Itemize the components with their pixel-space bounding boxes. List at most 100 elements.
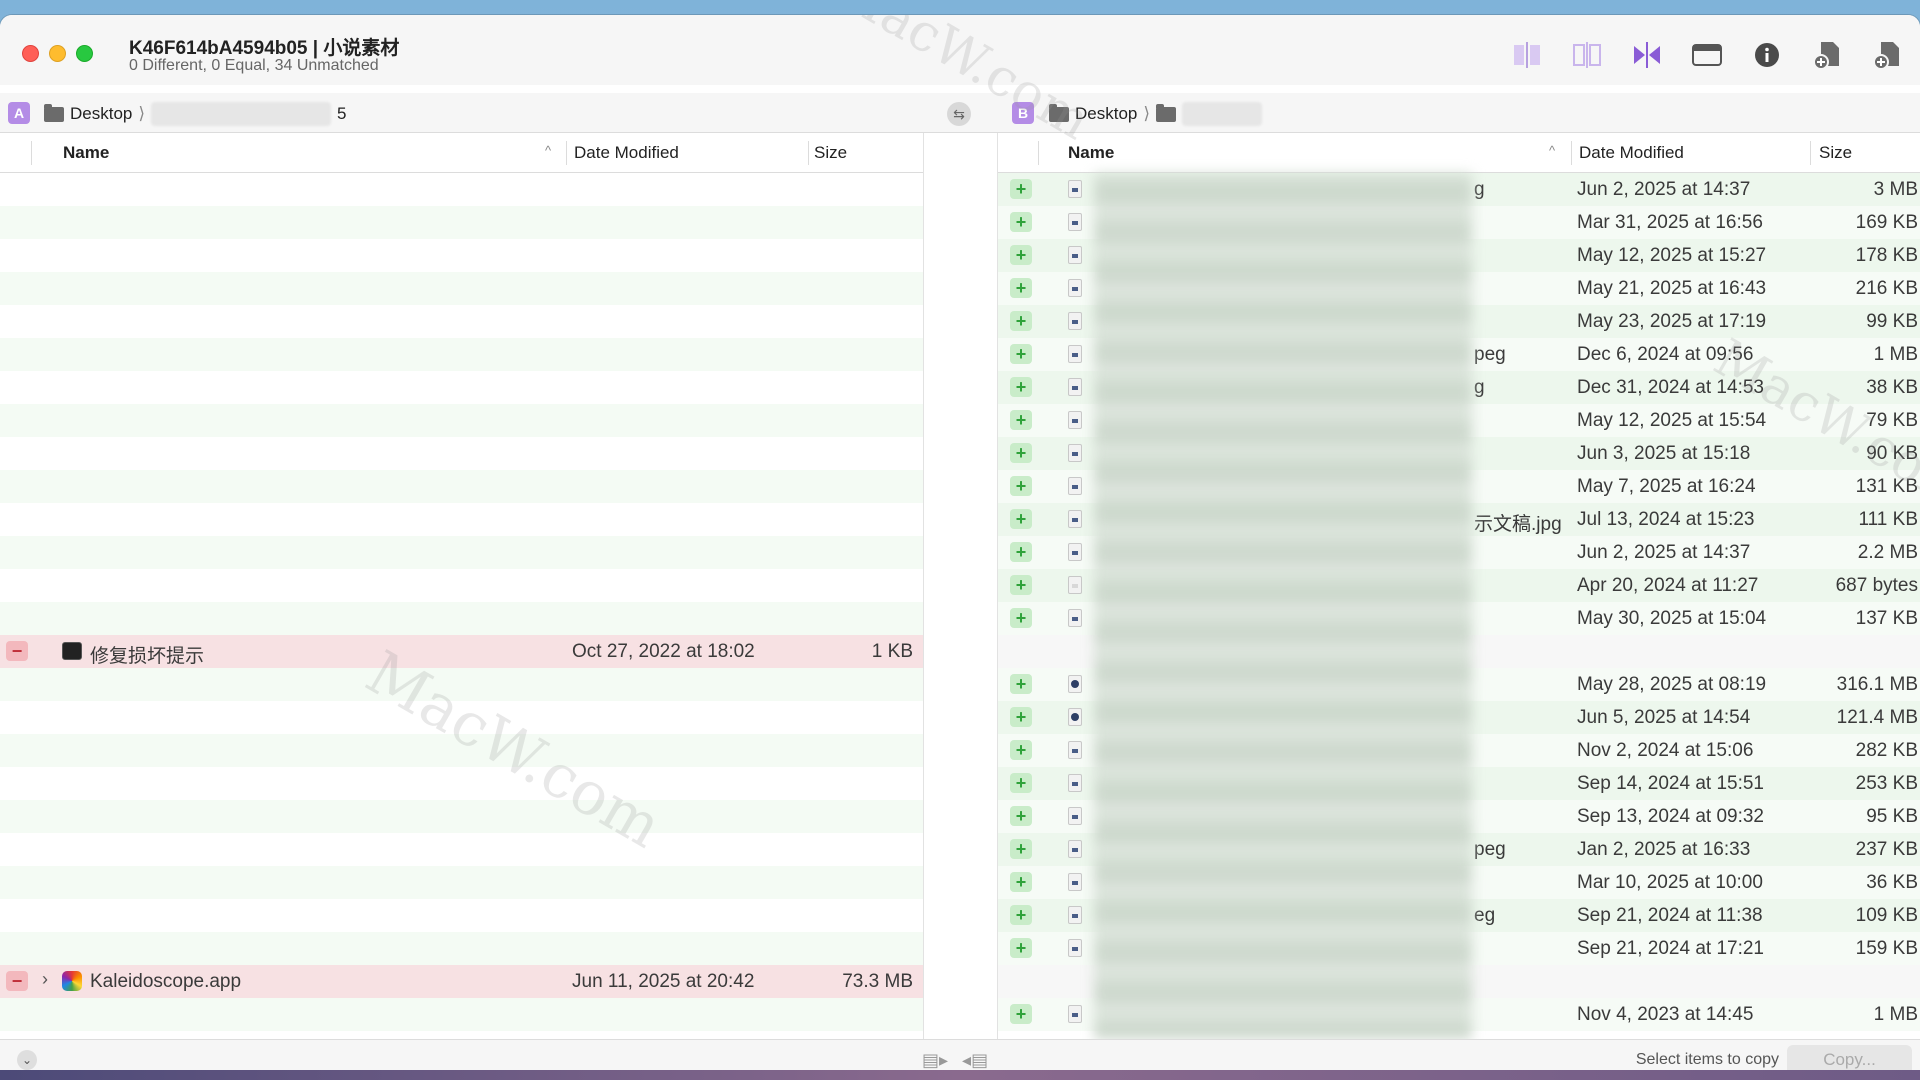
- merge-view-button[interactable]: [1628, 37, 1666, 73]
- table-row[interactable]: [0, 701, 923, 734]
- table-row[interactable]: [0, 569, 923, 602]
- add-file-icon: [1873, 42, 1899, 70]
- folder-icon: [44, 103, 64, 122]
- file-size: 109 KB: [1855, 905, 1918, 926]
- file-date: May 12, 2025 at 15:54: [1577, 410, 1767, 431]
- table-row[interactable]: [0, 800, 923, 833]
- sort-ascending-icon[interactable]: ^: [1549, 143, 1555, 158]
- merge-arrows-icon: [1634, 42, 1660, 68]
- close-window-button[interactable]: [22, 45, 39, 62]
- table-row[interactable]: [0, 668, 923, 701]
- file-size: 95 KB: [1866, 806, 1918, 827]
- table-row[interactable]: − 修复损坏提示 Oct 27, 2022 at 18:02 1 KB: [0, 635, 923, 668]
- file-name-suffix: g: [1474, 377, 1485, 398]
- table-row[interactable]: [0, 602, 923, 635]
- image-file-icon: [1068, 510, 1082, 528]
- table-row[interactable]: [0, 305, 923, 338]
- title-bar: K46F614bA4594b05 | 小说素材 0 Different, 0 E…: [0, 15, 1920, 85]
- added-badge: +: [1010, 740, 1032, 760]
- disclosure-chevron-icon[interactable]: ›: [42, 969, 48, 990]
- swap-sides-button[interactable]: ⇆: [947, 102, 971, 126]
- side-by-side-icon: [1573, 42, 1601, 68]
- table-row[interactable]: [0, 437, 923, 470]
- table-row[interactable]: [0, 734, 923, 767]
- table-row[interactable]: [0, 470, 923, 503]
- column-separator: [808, 141, 809, 165]
- name-column-header[interactable]: Name: [1068, 143, 1114, 163]
- add-right-file-button[interactable]: [1868, 37, 1906, 73]
- expand-options-button[interactable]: ⌄: [17, 1050, 37, 1070]
- file-date: Oct 27, 2022 at 18:02: [572, 641, 755, 662]
- left-path-breadcrumb[interactable]: Desktop ⟩ 5: [44, 102, 346, 126]
- name-column-header[interactable]: Name: [63, 143, 109, 163]
- add-file-icon: [1813, 42, 1839, 70]
- size-column-header[interactable]: Size: [814, 143, 847, 163]
- file-size: 316.1 MB: [1836, 674, 1918, 695]
- left-path-tail[interactable]: 5: [337, 104, 346, 124]
- date-column-header[interactable]: Date Modified: [1579, 143, 1684, 163]
- file-size: 99 KB: [1866, 311, 1918, 332]
- table-row[interactable]: [0, 536, 923, 569]
- minimize-window-button[interactable]: [49, 45, 66, 62]
- table-row[interactable]: [0, 239, 923, 272]
- file-size: 38 KB: [1866, 377, 1918, 398]
- split-view-button[interactable]: [1508, 37, 1546, 73]
- right-path-root[interactable]: Desktop: [1075, 104, 1137, 124]
- file-name-suffix: peg: [1474, 839, 1506, 860]
- left-path-root[interactable]: Desktop: [70, 104, 132, 124]
- table-row[interactable]: [0, 338, 923, 371]
- image-file-icon: [1068, 873, 1082, 891]
- file-size: 121.4 MB: [1836, 707, 1918, 728]
- window-layout-button[interactable]: [1688, 37, 1726, 73]
- added-badge: +: [1010, 839, 1032, 859]
- window-title: K46F614bA4594b05 | 小说素材: [129, 38, 400, 59]
- added-badge: +: [1010, 674, 1032, 694]
- table-row[interactable]: [0, 173, 923, 206]
- image-file-icon: [1068, 774, 1082, 792]
- added-badge: +: [1010, 509, 1032, 529]
- path-bar: A Desktop ⟩ 5 ⇆ B Desktop ⟩: [0, 93, 1920, 133]
- size-column-header[interactable]: Size: [1819, 143, 1852, 163]
- date-column-header[interactable]: Date Modified: [574, 143, 679, 163]
- add-left-file-button[interactable]: [1808, 37, 1846, 73]
- side-by-side-button[interactable]: [1568, 37, 1606, 73]
- file-size: 253 KB: [1855, 773, 1918, 794]
- right-file-list[interactable]: Name ^ Date Modified Size + g Jun 2, 2025 …: [998, 133, 1920, 1039]
- file-date: May 30, 2025 at 15:04: [1577, 608, 1767, 629]
- table-row[interactable]: [0, 899, 923, 932]
- table-row[interactable]: [0, 866, 923, 899]
- right-path-breadcrumb[interactable]: Desktop ⟩: [1049, 102, 1263, 126]
- side-b-badge: B: [1012, 102, 1034, 124]
- info-button[interactable]: [1748, 37, 1786, 73]
- table-row[interactable]: [0, 404, 923, 437]
- copy-to-right-icon[interactable]: ▤▸: [922, 1050, 948, 1070]
- zoom-window-button[interactable]: [76, 45, 93, 62]
- app-icon: [62, 971, 82, 991]
- table-row[interactable]: [0, 206, 923, 239]
- table-row[interactable]: [0, 932, 923, 965]
- file-size: 282 KB: [1855, 740, 1918, 761]
- added-badge: +: [1010, 938, 1032, 958]
- left-column-header: Name ^ Date Modified Size: [0, 133, 923, 173]
- table-row[interactable]: [0, 767, 923, 800]
- copy-to-left-icon[interactable]: ◂▤: [962, 1050, 988, 1070]
- added-badge: +: [1010, 872, 1032, 892]
- file-date: Jul 13, 2024 at 15:23: [1577, 509, 1755, 530]
- table-row[interactable]: [0, 998, 923, 1031]
- table-row[interactable]: − › Kaleidoscope.app Jun 11, 2025 at 20:42 7…: [0, 965, 923, 998]
- file-size: 159 KB: [1855, 938, 1918, 959]
- image-file-icon: [1068, 741, 1082, 759]
- left-file-list[interactable]: Name ^ Date Modified Size − 修复损坏提示 Oct 27,…: [0, 133, 923, 1039]
- table-row[interactable]: [0, 272, 923, 305]
- table-row[interactable]: [0, 503, 923, 536]
- file-name-suffix: 示文稿.jpg: [1474, 514, 1562, 535]
- copy-button[interactable]: Copy...: [1787, 1045, 1912, 1070]
- file-date: Sep 21, 2024 at 11:38: [1577, 905, 1763, 926]
- added-badge: +: [1010, 1004, 1032, 1024]
- added-badge: +: [1010, 905, 1032, 925]
- sort-ascending-icon[interactable]: ^: [545, 143, 551, 158]
- table-row[interactable]: [0, 371, 923, 404]
- file-name-suffix: eg: [1474, 905, 1496, 926]
- table-row[interactable]: [0, 833, 923, 866]
- file-size: 111 KB: [1858, 509, 1918, 530]
